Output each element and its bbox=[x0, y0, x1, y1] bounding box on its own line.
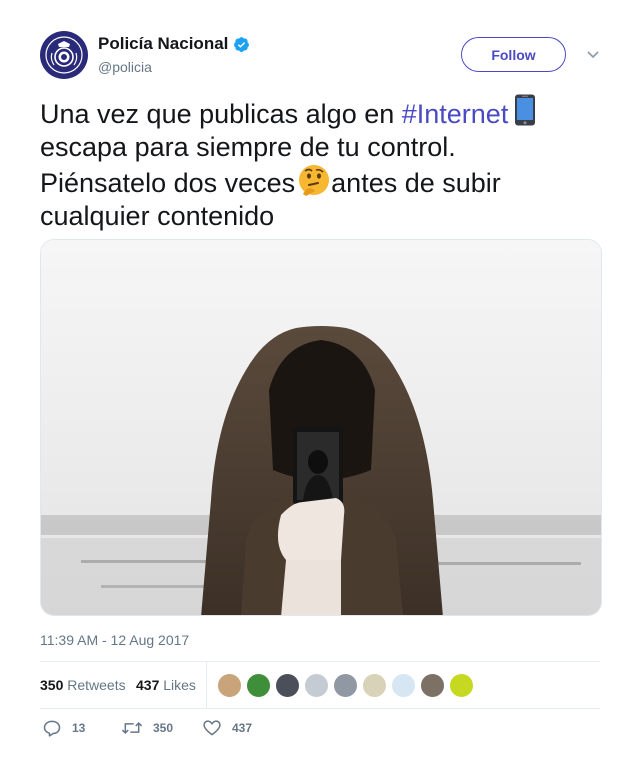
tweet-text: Una vez que publicas algo en #Internet e… bbox=[40, 94, 600, 233]
reply-count: 13 bbox=[72, 721, 86, 735]
phone-emoji-icon bbox=[515, 94, 536, 126]
liker-avatar[interactable] bbox=[217, 673, 242, 698]
follow-button[interactable]: Follow bbox=[461, 37, 566, 72]
tweet-header: Policía Nacional @policia Follow bbox=[40, 31, 602, 81]
stats-divider bbox=[206, 662, 207, 708]
account-avatar[interactable] bbox=[40, 31, 88, 79]
display-name[interactable]: Policía Nacional bbox=[98, 34, 228, 54]
liker-avatar[interactable] bbox=[420, 673, 445, 698]
liker-avatar[interactable] bbox=[362, 673, 387, 698]
liker-avatar[interactable] bbox=[449, 673, 474, 698]
account-handle[interactable]: @policia bbox=[98, 59, 250, 76]
police-badge-logo bbox=[45, 36, 83, 74]
tweet-text-line: antes de subir bbox=[331, 168, 501, 198]
hashtag-link[interactable]: #Internet bbox=[402, 99, 509, 129]
likes-label: Likes bbox=[163, 677, 196, 693]
tweet-text-line: Piénsatelo dos veces bbox=[40, 168, 296, 198]
liker-avatar[interactable] bbox=[246, 673, 271, 698]
likes-stat[interactable]: 437 Likes bbox=[136, 677, 196, 694]
tweet-timestamp[interactable]: 11:39 AM - 12 Aug 2017 bbox=[40, 632, 189, 649]
retweet-icon bbox=[121, 721, 143, 735]
liker-avatar[interactable] bbox=[275, 673, 300, 698]
tweet-text-line: cualquier contenido bbox=[40, 201, 275, 231]
verified-badge-icon bbox=[234, 36, 250, 52]
retweets-stat[interactable]: 350 Retweets bbox=[40, 677, 126, 694]
heart-icon bbox=[203, 720, 221, 736]
hooded-person-photo bbox=[41, 240, 601, 615]
display-name-row[interactable]: Policía Nacional bbox=[98, 34, 250, 54]
tweet-media-image[interactable] bbox=[40, 239, 602, 616]
retweets-label: Retweets bbox=[67, 677, 126, 693]
likes-count: 437 bbox=[136, 677, 160, 693]
liker-avatar[interactable] bbox=[391, 673, 416, 698]
tweet-text-part: Una vez que publicas algo en bbox=[40, 99, 402, 129]
retweet-count: 350 bbox=[153, 721, 174, 735]
retweet-button[interactable]: 350 bbox=[121, 718, 173, 738]
tweet-text-line: escapa para siempre de tu control. bbox=[40, 132, 456, 162]
tweet-stats: 350 Retweets 437 Likes bbox=[40, 661, 600, 709]
retweets-count: 350 bbox=[40, 677, 64, 693]
account-names: Policía Nacional @policia bbox=[98, 34, 250, 76]
reply-icon bbox=[43, 720, 61, 737]
chevron-down-icon[interactable] bbox=[586, 47, 600, 61]
liker-avatar[interactable] bbox=[304, 673, 329, 698]
tweet-actions: 13 350 437 bbox=[40, 718, 600, 742]
liker-avatar[interactable] bbox=[333, 673, 358, 698]
reply-button[interactable]: 13 bbox=[42, 718, 85, 738]
like-button[interactable]: 437 bbox=[202, 718, 252, 738]
like-count: 437 bbox=[232, 721, 253, 735]
thinking-face-emoji-icon bbox=[299, 165, 330, 196]
